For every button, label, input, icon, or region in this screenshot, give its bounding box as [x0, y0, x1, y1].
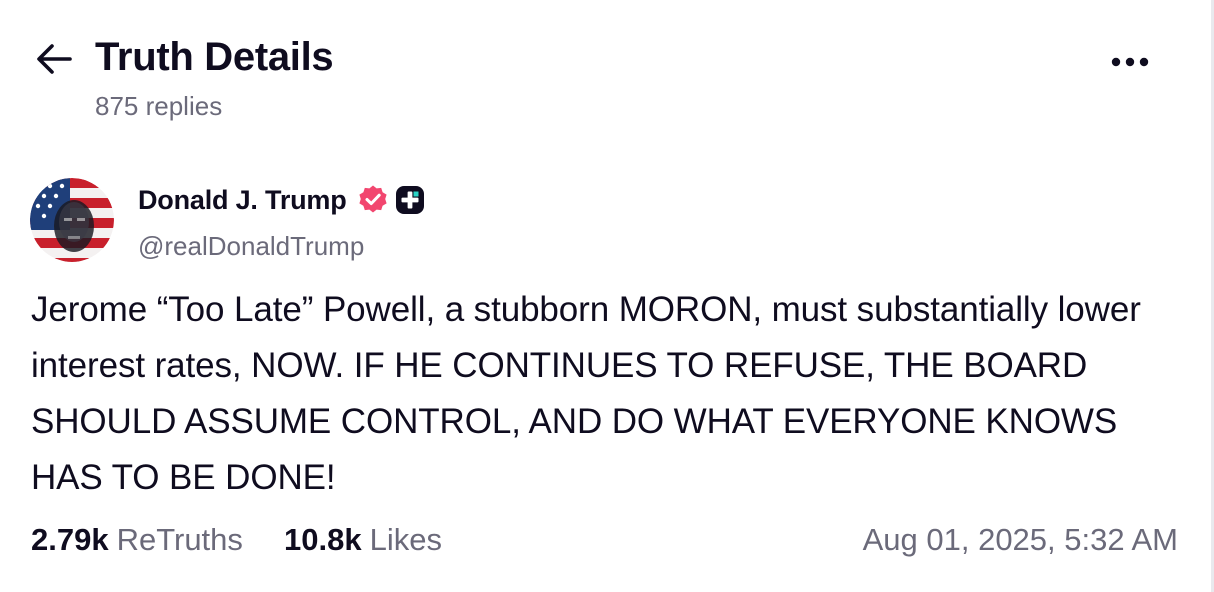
- author-name[interactable]: Donald J. Trump: [138, 185, 347, 216]
- avatar-image: [30, 178, 114, 262]
- page-header: Truth Details 875 replies: [0, 0, 1214, 140]
- post-stats: 2.79k ReTruths 10.8k Likes Aug 01, 2025, 5…: [31, 522, 1181, 568]
- more-options-button[interactable]: [1104, 44, 1156, 80]
- reply-count: 875 replies: [95, 91, 223, 121]
- back-button[interactable]: [33, 38, 75, 80]
- retruths-label: ReTruths: [116, 522, 243, 557]
- page-title: Truth Details: [95, 35, 334, 79]
- likes-count: 10.8k: [284, 522, 362, 557]
- likes-stat[interactable]: 10.8k Likes: [284, 522, 442, 558]
- likes-label: Likes: [369, 522, 442, 557]
- arrow-left-icon: [37, 44, 72, 74]
- retruths-stat[interactable]: 2.79k ReTruths: [31, 522, 243, 558]
- author-name-line: Donald J. Trump: [138, 184, 425, 216]
- ellipsis-horizontal-icon: [1111, 57, 1149, 67]
- post-timestamp: Aug 01, 2025, 5:32 AM: [862, 522, 1178, 557]
- verified-badge-icon: [357, 184, 389, 216]
- retruths-count: 2.79k: [31, 522, 109, 557]
- post-author: Donald J. Trump @realDonaldTrump: [30, 178, 730, 268]
- plus-badge-icon: [395, 185, 425, 215]
- post-text: Jerome “Too Late” Powell, a stubborn MOR…: [31, 290, 1141, 497]
- author-handle[interactable]: @realDonaldTrump: [138, 231, 364, 262]
- avatar[interactable]: [30, 178, 114, 262]
